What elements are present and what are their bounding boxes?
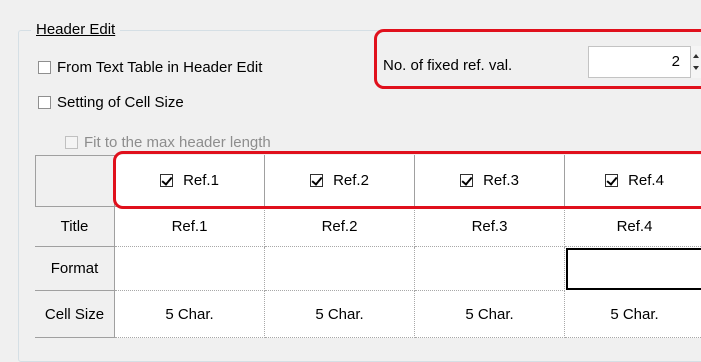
fit-max-header-checkbox[interactable]: Fit to the max header length	[65, 132, 271, 152]
table-cell[interactable]: Ref.3	[415, 207, 565, 247]
row-header-title: Title	[35, 207, 115, 247]
cell-text: 5 Char.	[315, 305, 364, 323]
group-title-text: Header Edit	[36, 21, 116, 38]
fit-max-header-label: Fit to the max header length	[84, 133, 271, 151]
table-cell[interactable]: 5 Char.	[115, 291, 265, 338]
table-cell[interactable]	[115, 247, 265, 291]
setting-cell-size-checkbox[interactable]: Setting of Cell Size	[38, 92, 184, 112]
row-header-cell-size: Cell Size	[35, 291, 115, 338]
row-header-label: Cell Size	[44, 305, 105, 323]
row-header-label: Format	[50, 260, 99, 277]
setting-cell-size-label: Setting of Cell Size	[57, 93, 184, 111]
row-header-format: Format	[35, 247, 115, 291]
fixed-ref-spinbox[interactable]: 2	[588, 46, 691, 78]
table-cell[interactable]	[415, 247, 565, 291]
row-header-label: Title	[60, 218, 89, 235]
checkbox-box[interactable]	[38, 60, 51, 74]
spin-down-icon[interactable]	[693, 66, 699, 70]
table-cell[interactable]: 5 Char.	[565, 291, 701, 338]
grid-corner	[35, 155, 115, 207]
spin-up-icon[interactable]	[693, 54, 699, 58]
spin-buttons[interactable]	[690, 46, 701, 78]
table-cell[interactable]: Ref.1	[115, 207, 265, 247]
cell-text: Ref.1	[171, 218, 208, 235]
group-title: Header Edit	[31, 20, 121, 40]
checkbox-box[interactable]	[65, 135, 78, 149]
cell-text: Ref.2	[321, 218, 358, 235]
table-cell[interactable]	[265, 247, 415, 291]
fixed-ref-label: No. of fixed ref. val.	[383, 57, 513, 74]
cell-text: Ref.4	[616, 218, 653, 235]
table-cell[interactable]: 5 Char.	[265, 291, 415, 338]
ref-columns-highlight	[113, 151, 701, 209]
from-text-table-checkbox[interactable]: From Text Table in Header Edit	[38, 57, 262, 77]
table-cell[interactable]: Ref.2	[265, 207, 415, 247]
checkbox-box[interactable]	[38, 95, 51, 109]
table-cell[interactable]: 5 Char.	[415, 291, 565, 338]
fixed-ref-value[interactable]: 2	[672, 53, 680, 70]
cell-text: 5 Char.	[465, 305, 514, 323]
cell-text: 5 Char.	[610, 305, 659, 323]
table-cell-selected[interactable]	[566, 248, 701, 290]
table-cell[interactable]: Ref.4	[565, 207, 701, 247]
cell-text: 5 Char.	[165, 305, 214, 323]
cell-text: Ref.3	[471, 218, 508, 235]
from-text-table-label: From Text Table in Header Edit	[57, 58, 263, 76]
